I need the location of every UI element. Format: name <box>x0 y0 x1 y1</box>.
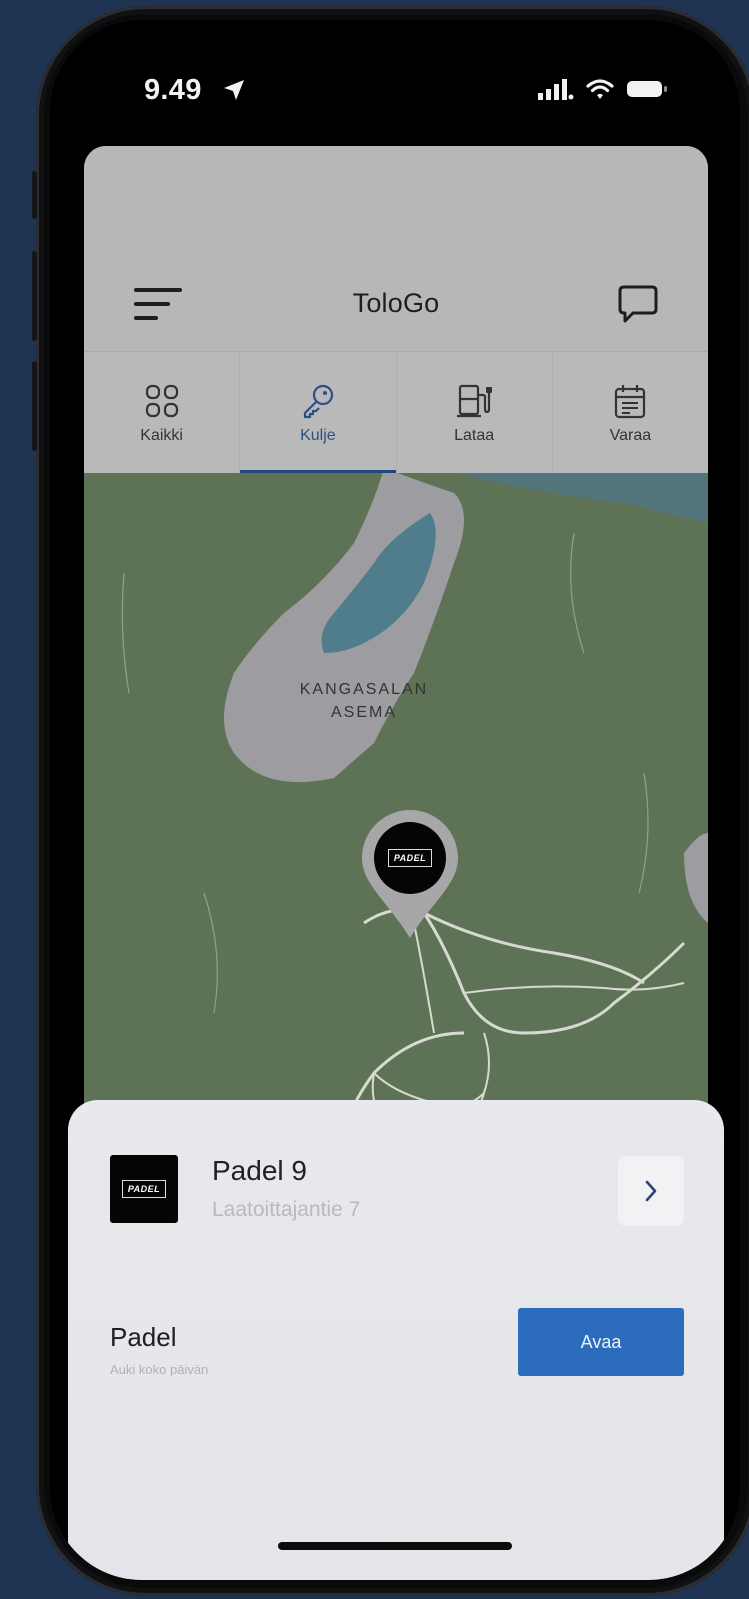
tab-label: Varaa <box>609 427 652 444</box>
padel-logo: PADEL <box>121 1180 167 1198</box>
tab-kaikki[interactable]: Kaikki <box>84 352 241 474</box>
tab-label: Kulje <box>300 427 336 444</box>
ev-charger-icon <box>457 384 493 418</box>
calendar-icon <box>615 385 646 419</box>
place-logo: PADEL <box>110 1155 178 1223</box>
pin-logo-badge: PADEL <box>374 822 446 894</box>
phone-screen: 9.49 ToloGo Kaikki Kulje Lataa Varaa KAN… <box>50 20 740 1580</box>
place-name: Padel 9 <box>212 1155 307 1186</box>
home-indicator[interactable] <box>278 1542 512 1550</box>
padel-logo: PADEL <box>387 849 433 867</box>
status-time: 9.49 <box>144 74 202 106</box>
status-bar: 9.49 <box>50 20 740 140</box>
status-icons <box>538 78 668 100</box>
wifi-icon <box>586 79 614 99</box>
tab-varaa[interactable]: Varaa <box>553 352 708 474</box>
map-area-label: KANGASALAN ASEMA <box>254 678 474 724</box>
volume-down-button <box>32 361 37 451</box>
tab-label: Kaikki <box>140 427 183 444</box>
map-location-pin[interactable]: PADEL <box>362 810 458 938</box>
grid-icon <box>145 384 178 418</box>
tab-label: Lataa <box>454 427 495 444</box>
location-arrow-icon <box>224 80 244 100</box>
tab-kulje[interactable]: Kulje <box>240 352 397 474</box>
map-area-label-line1: KANGASALAN <box>299 681 429 698</box>
volume-up-button <box>32 251 37 341</box>
app-title: ToloGo <box>352 287 440 318</box>
tab-lataa[interactable]: Lataa <box>397 352 553 474</box>
place-details-button[interactable] <box>618 1156 684 1226</box>
category-tabs: Kaikki Kulje Lataa Varaa <box>84 351 708 474</box>
service-name: Padel <box>110 1322 177 1352</box>
cellular-signal-icon <box>538 79 574 100</box>
app-header-area: ToloGo <box>84 146 708 351</box>
chevron-right-icon <box>645 1180 657 1202</box>
open-button[interactable]: Avaa <box>518 1308 684 1376</box>
silent-switch <box>32 171 37 219</box>
menu-icon[interactable] <box>132 282 184 326</box>
app-header: ToloGo <box>84 258 708 348</box>
place-address: Laatoittajantie 7 <box>212 1198 361 1221</box>
key-icon <box>303 384 333 419</box>
place-bottom-sheet: PADEL Padel 9 Laatoittajantie 7 Padel Au… <box>68 1100 724 1580</box>
battery-icon <box>627 81 667 97</box>
map-area-label-line2: ASEMA <box>330 704 397 721</box>
service-status: Auki koko päivän <box>110 1362 209 1377</box>
chat-icon[interactable] <box>616 282 660 326</box>
